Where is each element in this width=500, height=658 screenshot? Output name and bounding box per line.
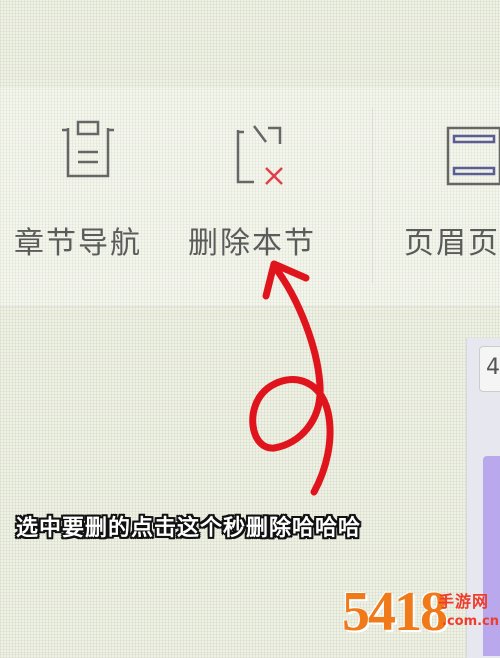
header-footer-button[interactable]: 页眉页 bbox=[404, 118, 500, 278]
side-panel-chip-text: 4 bbox=[486, 355, 500, 380]
delete-section-icon bbox=[236, 125, 283, 185]
delete-section-button[interactable]: 删除本节 bbox=[188, 118, 338, 278]
toolbar-divider bbox=[372, 108, 373, 283]
header-footer-icon bbox=[446, 126, 500, 186]
chapter-navigation-label: 章节导航 bbox=[14, 226, 142, 261]
watermark-number: 5418 bbox=[342, 581, 448, 643]
chapter-navigation-button[interactable]: 章节导航 bbox=[14, 118, 164, 278]
watermark-site: 手游网 bbox=[438, 592, 490, 611]
site-watermark: 5418 手游网 .com.cn bbox=[342, 580, 500, 653]
header-footer-label: 页眉页 bbox=[404, 226, 500, 261]
side-panel-chip[interactable]: 4 bbox=[479, 346, 500, 392]
delete-section-label: 删除本节 bbox=[188, 226, 316, 261]
document-list-icon bbox=[62, 120, 114, 178]
annotation-caption: 选中要删的点击这个秒删除哈哈哈 bbox=[16, 516, 362, 541]
watermark-domain: .com.cn bbox=[442, 614, 500, 629]
